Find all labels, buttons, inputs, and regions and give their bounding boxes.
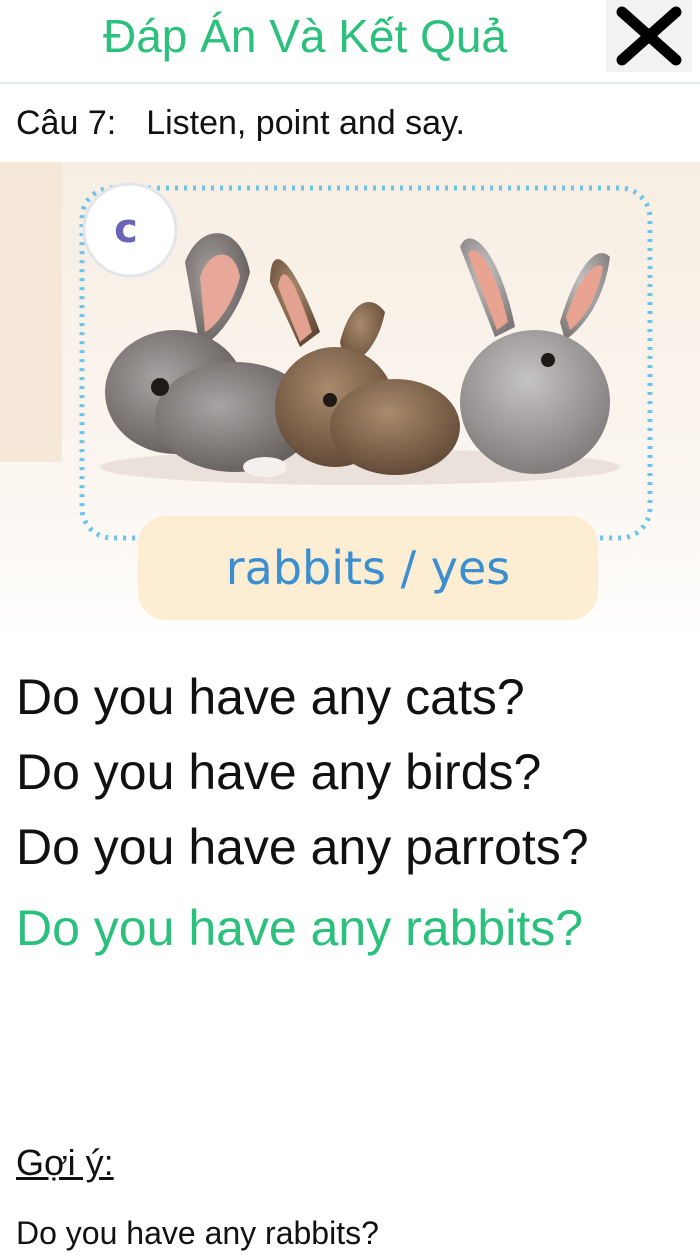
badge-letter: c — [114, 206, 138, 252]
question-prompt: Câu 7: Listen, point and say. — [16, 100, 465, 146]
close-button[interactable] — [606, 0, 692, 72]
question-instruction: Listen, point and say. — [146, 104, 465, 142]
answer-option[interactable]: Do you have any parrots? — [16, 810, 686, 885]
answer-options: Do you have any cats? Do you have any bi… — [16, 660, 686, 966]
hint-label: Gợi ý: — [16, 1142, 114, 1183]
close-icon — [616, 6, 682, 66]
answer-option[interactable]: Do you have any birds? — [16, 735, 686, 810]
question-illustration: c rabbits / yes — [0, 162, 700, 640]
answer-option-correct[interactable]: Do you have any rabbits? — [16, 891, 686, 966]
illustration-caption: rabbits / yes — [225, 541, 511, 595]
header-bar: Đáp Án Và Kết Quả — [0, 0, 700, 84]
hint-text: Do you have any rabbits? — [16, 1215, 379, 1251]
page-title: Đáp Án Và Kết Quả — [102, 10, 508, 62]
answer-option[interactable]: Do you have any cats? — [16, 660, 686, 735]
question-number: Câu 7: — [16, 104, 117, 142]
